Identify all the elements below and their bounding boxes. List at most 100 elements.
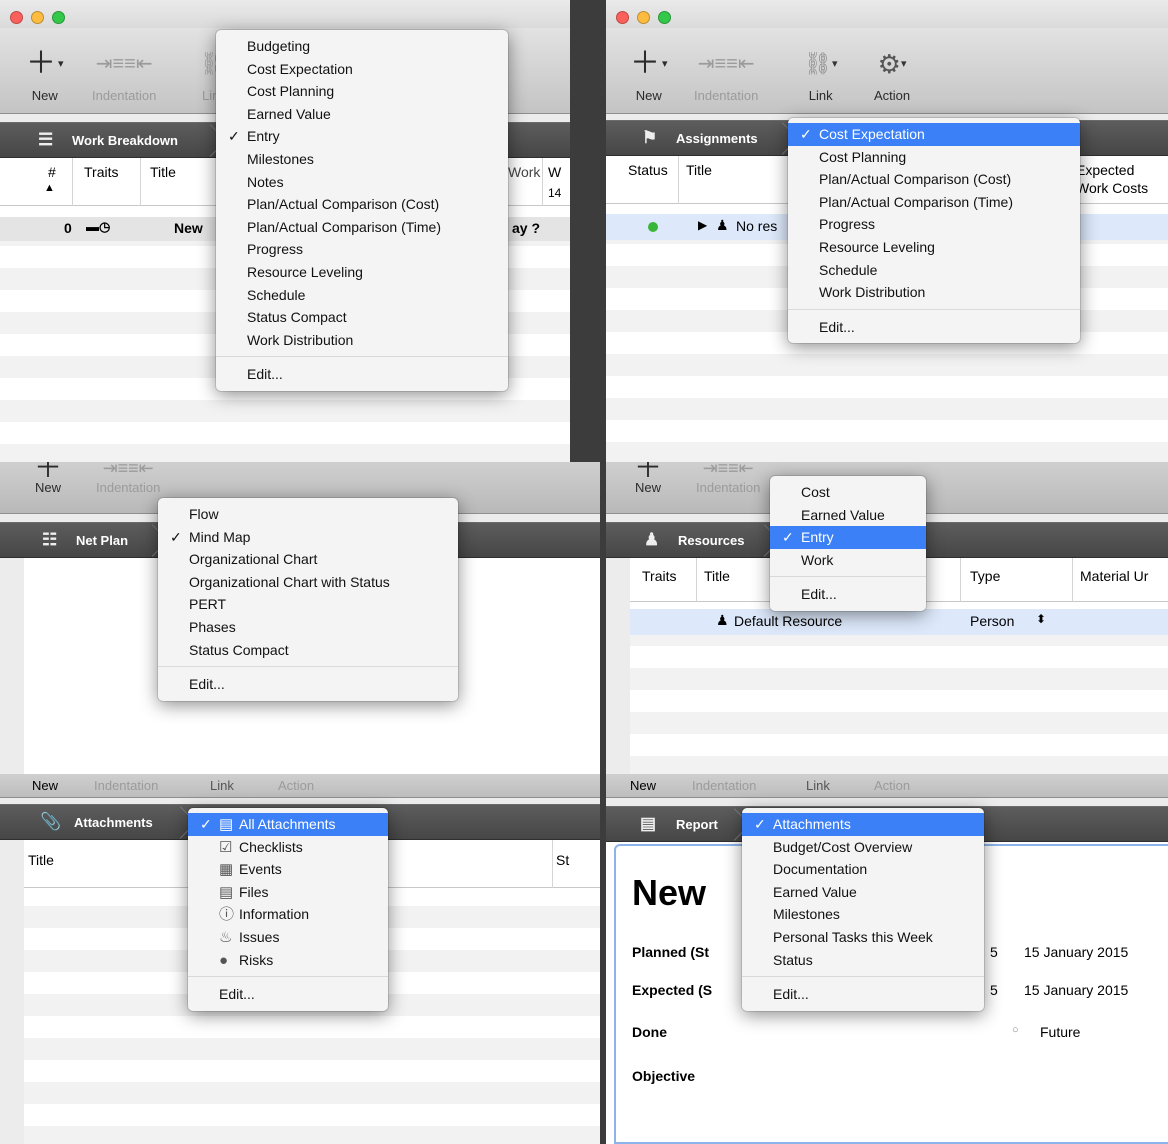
menu-item[interactable]: Plan/Actual Comparison (Time): [216, 216, 508, 239]
col-title[interactable]: Title: [704, 568, 730, 584]
minimize-button[interactable]: [31, 11, 44, 24]
menu-item[interactable]: Phases: [158, 616, 458, 639]
menu-item[interactable]: Progress: [216, 238, 508, 261]
menu-item[interactable]: Earned Value: [216, 103, 508, 126]
menu-item[interactable]: Status: [742, 949, 984, 972]
col-type[interactable]: Type: [970, 568, 1000, 584]
col-id[interactable]: #: [48, 164, 56, 180]
table-row[interactable]: ♟ Default Resource Person ⬍: [630, 609, 1168, 635]
col-traits[interactable]: Traits: [642, 568, 676, 584]
action-button[interactable]: Action: [874, 778, 910, 793]
indentation-button[interactable]: Indentation: [94, 778, 158, 793]
menu-item-edit[interactable]: Edit...: [158, 673, 458, 696]
new-button[interactable]: New: [630, 778, 656, 793]
link-button[interactable]: ⛓ ▾ Link: [804, 44, 837, 104]
menu-item-edit[interactable]: Edit...: [742, 983, 984, 1006]
menu-item[interactable]: Work Distribution: [216, 329, 508, 352]
menu-item[interactable]: Work Distribution: [788, 281, 1080, 304]
col-material-unit[interactable]: Material Ur: [1080, 568, 1148, 584]
menu-item[interactable]: Budgeting: [216, 35, 508, 58]
menu-item[interactable]: Work: [770, 549, 926, 572]
menu-item[interactable]: Flow: [158, 503, 458, 526]
menu-item[interactable]: PERT: [158, 593, 458, 616]
menu-item[interactable]: ⓘ Information: [188, 903, 388, 926]
menu-item[interactable]: ☑ Checklists: [188, 836, 388, 859]
type-select[interactable]: Person: [970, 613, 1014, 629]
col-work-costs[interactable]: Work Costs: [1076, 180, 1148, 196]
menu-item[interactable]: Resource Leveling: [788, 236, 1080, 259]
col-status[interactable]: St: [556, 852, 569, 868]
menu-item-edit[interactable]: Edit...: [788, 316, 1080, 339]
menu-item[interactable]: Cost Planning: [216, 80, 508, 103]
nav-label[interactable]: Work Breakdown: [72, 133, 178, 148]
menu-item[interactable]: Cost Expectation: [216, 58, 508, 81]
menu-item[interactable]: Schedule: [216, 284, 508, 307]
nav-label[interactable]: Resources: [678, 533, 744, 548]
indentation-button[interactable]: Indentation: [692, 778, 756, 793]
new-button[interactable]: New: [32, 778, 58, 793]
menu-item[interactable]: Notes: [216, 171, 508, 194]
col-work[interactable]: Work: [508, 164, 540, 180]
menu-item-checked[interactable]: ✓ Entry: [216, 125, 508, 148]
menu-item[interactable]: Documentation: [742, 858, 984, 881]
menu-item-edit[interactable]: Edit...: [216, 363, 508, 386]
menu-item[interactable]: Milestones: [742, 903, 984, 926]
indentation-button[interactable]: ⇥≡≡⇤ Indentation: [696, 462, 760, 495]
menu-item[interactable]: Plan/Actual Comparison (Cost): [788, 168, 1080, 191]
menu-item-edit[interactable]: Edit...: [188, 983, 388, 1006]
col-status[interactable]: Status: [628, 162, 668, 178]
disclosure-triangle-icon[interactable]: ▶: [698, 218, 707, 232]
menu-item[interactable]: Resource Leveling: [216, 261, 508, 284]
col-title[interactable]: Title: [28, 852, 54, 868]
menu-item[interactable]: Organizational Chart: [158, 548, 458, 571]
col-w[interactable]: W: [548, 164, 561, 180]
menu-item[interactable]: Cost Planning: [788, 146, 1080, 169]
menu-item[interactable]: ♨ Issues: [188, 926, 388, 949]
col-title[interactable]: Title: [686, 162, 712, 178]
close-button[interactable]: [10, 11, 23, 24]
new-button[interactable]: ＋ ▾ New: [630, 44, 668, 104]
menu-item[interactable]: Plan/Actual Comparison (Cost): [216, 193, 508, 216]
menu-item[interactable]: Plan/Actual Comparison (Time): [788, 191, 1080, 214]
menu-item[interactable]: Budget/Cost Overview: [742, 836, 984, 859]
menu-item-edit[interactable]: Edit...: [770, 583, 926, 606]
menu-item[interactable]: Earned Value: [770, 504, 926, 527]
menu-item[interactable]: Personal Tasks this Week: [742, 926, 984, 949]
menu-item[interactable]: ▦ Events: [188, 858, 388, 881]
new-button[interactable]: ＋ New: [634, 462, 662, 495]
link-button[interactable]: Link: [210, 778, 234, 793]
col-expected[interactable]: Expected: [1076, 162, 1134, 178]
indentation-button[interactable]: ⇥≡≡⇤ Indentation: [92, 44, 156, 103]
link-button[interactable]: Link: [806, 778, 830, 793]
indentation-button[interactable]: ⇥≡≡⇤ Indentation: [96, 462, 160, 495]
menu-item[interactable]: Schedule: [788, 259, 1080, 282]
nav-label[interactable]: Net Plan: [76, 533, 128, 548]
menu-item[interactable]: Status Compact: [158, 639, 458, 662]
menu-item-checked[interactable]: ✓ ▤ All Attachments: [188, 813, 388, 836]
menu-item[interactable]: ▤ Files: [188, 881, 388, 904]
close-button[interactable]: [616, 11, 629, 24]
menu-item[interactable]: ● Risks: [188, 949, 388, 972]
menu-item[interactable]: Earned Value: [742, 881, 984, 904]
col-traits[interactable]: Traits: [84, 164, 118, 180]
indentation-button[interactable]: ⇥≡≡⇤ Indentation: [694, 44, 758, 103]
menu-item[interactable]: Progress: [788, 213, 1080, 236]
new-button[interactable]: ＋ ▾ New: [26, 44, 64, 104]
menu-item[interactable]: Milestones: [216, 148, 508, 171]
menu-item[interactable]: Status Compact: [216, 306, 508, 329]
nav-label[interactable]: Assignments: [676, 131, 758, 146]
nav-label[interactable]: Report: [676, 817, 718, 832]
menu-item-checked[interactable]: ✓ Entry: [770, 526, 926, 549]
nav-label[interactable]: Attachments: [74, 815, 153, 830]
zoom-button[interactable]: [658, 11, 671, 24]
menu-item-checked[interactable]: ✓ Attachments: [742, 813, 984, 836]
menu-item[interactable]: Organizational Chart with Status: [158, 571, 458, 594]
action-button[interactable]: Action: [278, 778, 314, 793]
menu-item-checked[interactable]: ✓ Mind Map: [158, 526, 458, 549]
menu-item-checked[interactable]: ✓ Cost Expectation: [788, 123, 1080, 146]
minimize-button[interactable]: [637, 11, 650, 24]
action-button[interactable]: ⚙ ▾ Action: [874, 44, 910, 103]
col-title[interactable]: Title: [150, 164, 176, 180]
new-button[interactable]: ＋ New: [34, 462, 62, 495]
menu-item[interactable]: Cost: [770, 481, 926, 504]
